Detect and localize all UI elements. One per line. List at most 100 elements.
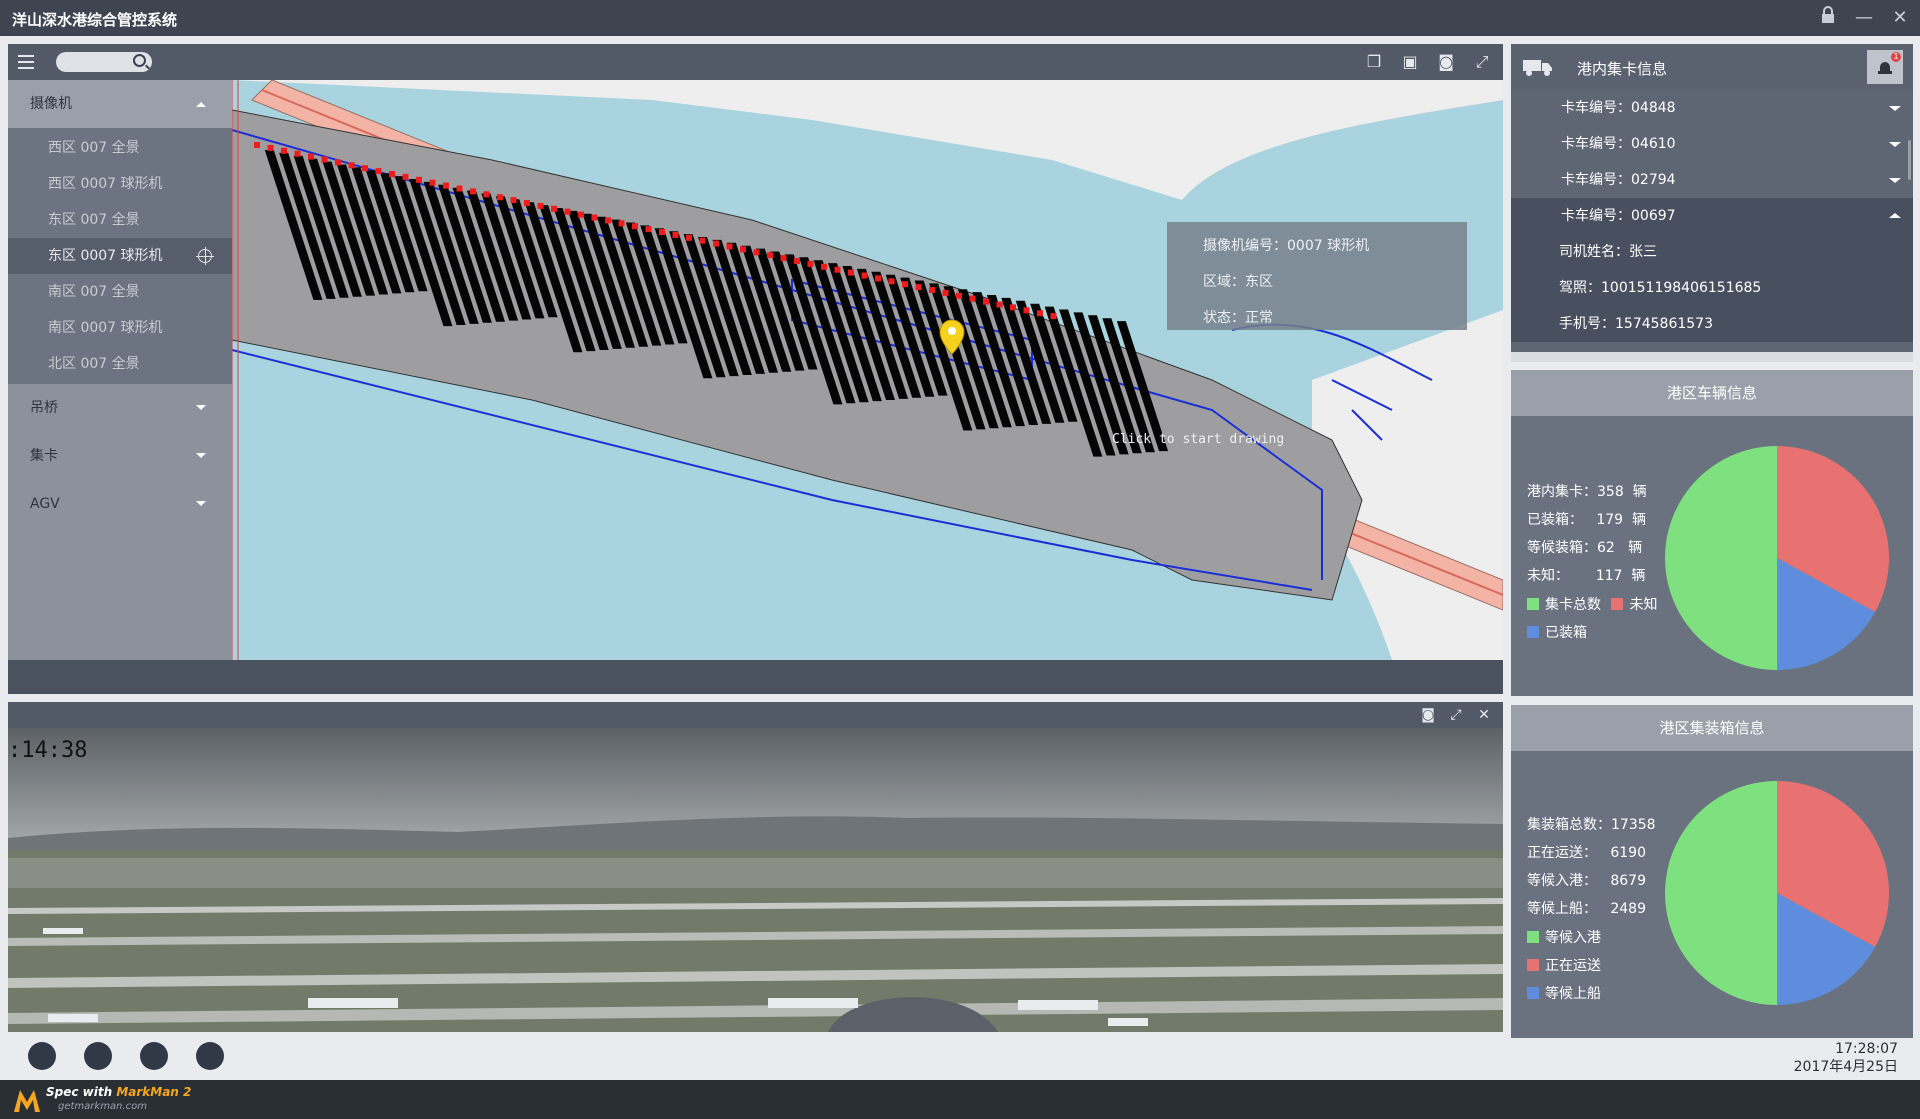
truck-marker[interactable] <box>659 229 665 235</box>
truck-marker[interactable] <box>578 211 584 218</box>
pie-slice-等候入港[interactable] <box>1665 781 1777 1005</box>
camera-item-active[interactable]: 东区 0007 球形机 <box>8 238 232 274</box>
camera-item[interactable]: 南区 007 全景 <box>8 274 232 310</box>
truck-marker[interactable] <box>524 200 530 206</box>
truck-marker[interactable] <box>308 153 314 160</box>
truck-marker[interactable] <box>632 223 638 230</box>
truck-marker[interactable] <box>767 252 773 259</box>
minimize-button[interactable]: — <box>1852 6 1876 30</box>
camera-item[interactable]: 西区 007 全景 <box>8 130 232 166</box>
camera-item[interactable]: 南区 0007 球形机 <box>8 310 232 346</box>
truck-marker[interactable] <box>956 292 962 299</box>
truck-item[interactable]: 卡车编号：02794 <box>1511 162 1913 198</box>
truck-marker[interactable] <box>942 289 949 296</box>
camera-item[interactable]: 西区 0007 球形机 <box>8 166 232 202</box>
truck-marker[interactable] <box>456 185 463 192</box>
truck-marker[interactable] <box>983 298 989 305</box>
sidebar-group-crane[interactable]: 吊桥 <box>8 384 232 432</box>
truck-marker[interactable] <box>645 226 652 233</box>
search-input[interactable] <box>56 52 152 72</box>
camera-icon[interactable]: ◙ <box>1435 52 1457 72</box>
truck-marker[interactable] <box>416 176 422 183</box>
truck-marker[interactable] <box>443 182 449 189</box>
truck-marker[interactable] <box>902 281 908 288</box>
truck-marker[interactable] <box>389 171 395 177</box>
snapshot-icon[interactable]: ◙ <box>1419 705 1437 725</box>
truck-marker[interactable] <box>929 287 935 293</box>
scrollbar[interactable] <box>1908 140 1911 180</box>
pager-dot[interactable] <box>140 1042 168 1070</box>
pager-dot[interactable] <box>196 1042 224 1070</box>
camera-item[interactable]: 东区 007 全景 <box>8 202 232 238</box>
truck-marker[interactable] <box>470 188 476 195</box>
truck-marker[interactable] <box>699 237 706 244</box>
pager-dot[interactable] <box>84 1042 112 1070</box>
fullscreen-icon[interactable]: ⤢ <box>1471 52 1493 72</box>
sidebar-group-agv[interactable]: AGV <box>8 480 232 528</box>
lock-icon[interactable] <box>1816 6 1840 30</box>
truck-marker[interactable] <box>605 217 611 224</box>
sidebar-group-truck[interactable]: 集卡 <box>8 432 232 480</box>
truck-marker[interactable] <box>780 255 787 262</box>
truck-marker[interactable] <box>726 243 733 250</box>
fullscreen-icon[interactable]: ⤢ <box>1447 705 1465 725</box>
truck-marker[interactable] <box>888 278 895 285</box>
alarm-button[interactable]: 1 <box>1867 50 1903 84</box>
truck-marker[interactable] <box>402 173 409 180</box>
truck-marker[interactable] <box>1023 307 1030 314</box>
truck-item-expanded[interactable]: 卡车编号：00697 <box>1511 198 1913 234</box>
truck-marker[interactable] <box>618 220 625 227</box>
truck-marker[interactable] <box>551 205 557 212</box>
truck-marker[interactable] <box>848 269 854 276</box>
truck-marker[interactable] <box>321 156 328 163</box>
truck-marker[interactable] <box>713 240 719 247</box>
close-button[interactable]: ✕ <box>1888 6 1912 30</box>
truck-marker[interactable] <box>497 194 503 201</box>
truck-marker[interactable] <box>794 258 800 264</box>
pie-slice-集卡总数[interactable] <box>1665 446 1777 670</box>
truck-marker[interactable] <box>875 275 881 282</box>
truck-marker[interactable] <box>483 191 490 198</box>
truck-marker[interactable] <box>1050 313 1057 320</box>
truck-marker[interactable] <box>510 197 517 204</box>
truck-marker[interactable] <box>375 168 382 175</box>
truck-marker[interactable] <box>267 144 274 151</box>
truck-marker[interactable] <box>348 162 355 169</box>
truck-marker[interactable] <box>996 301 1003 308</box>
port-map[interactable]: 摄像机编号：0007 球形机 区域：东区 状态：正常 Click to star… <box>232 80 1503 660</box>
truck-marker[interactable] <box>740 246 746 253</box>
menu-icon[interactable] <box>18 55 34 69</box>
truck-marker[interactable] <box>1010 304 1016 311</box>
truck-marker[interactable] <box>861 272 868 279</box>
pager-dot[interactable] <box>28 1042 56 1070</box>
truck-marker[interactable] <box>362 165 368 172</box>
truck-marker[interactable] <box>537 202 544 209</box>
search-icon[interactable] <box>133 54 146 67</box>
clock-date: 2017年4月25日 <box>1793 1059 1898 1075</box>
truck-marker[interactable] <box>294 150 301 157</box>
truck-marker[interactable] <box>969 295 976 302</box>
truck-marker[interactable] <box>591 214 598 221</box>
truck-marker[interactable] <box>834 266 841 273</box>
truck-marker[interactable] <box>1037 310 1043 317</box>
truck-marker[interactable] <box>335 159 341 166</box>
sidebar-group-camera[interactable]: 摄像机 <box>8 80 232 128</box>
truck-item[interactable]: 卡车编号：04610 <box>1511 126 1913 162</box>
locate-icon[interactable] <box>196 247 214 265</box>
truck-marker[interactable] <box>564 208 571 215</box>
toolbox-icon[interactable]: ▣ <box>1399 52 1421 72</box>
truck-marker[interactable] <box>807 260 814 267</box>
truck-item[interactable]: 卡车编号：04848 <box>1511 90 1913 126</box>
truck-marker[interactable] <box>672 231 679 238</box>
close-icon[interactable]: ✕ <box>1475 705 1493 725</box>
truck-marker[interactable] <box>254 142 260 148</box>
truck-marker[interactable] <box>821 263 827 270</box>
camera-video-feed[interactable]: :14:38 <box>8 728 1503 1032</box>
truck-marker[interactable] <box>915 284 922 291</box>
layers-icon[interactable]: ❐ <box>1363 52 1385 72</box>
camera-item[interactable]: 北区 007 全景 <box>8 346 232 382</box>
truck-marker[interactable] <box>281 147 287 154</box>
truck-marker[interactable] <box>686 234 692 241</box>
truck-marker[interactable] <box>429 179 436 186</box>
truck-marker[interactable] <box>753 249 760 256</box>
